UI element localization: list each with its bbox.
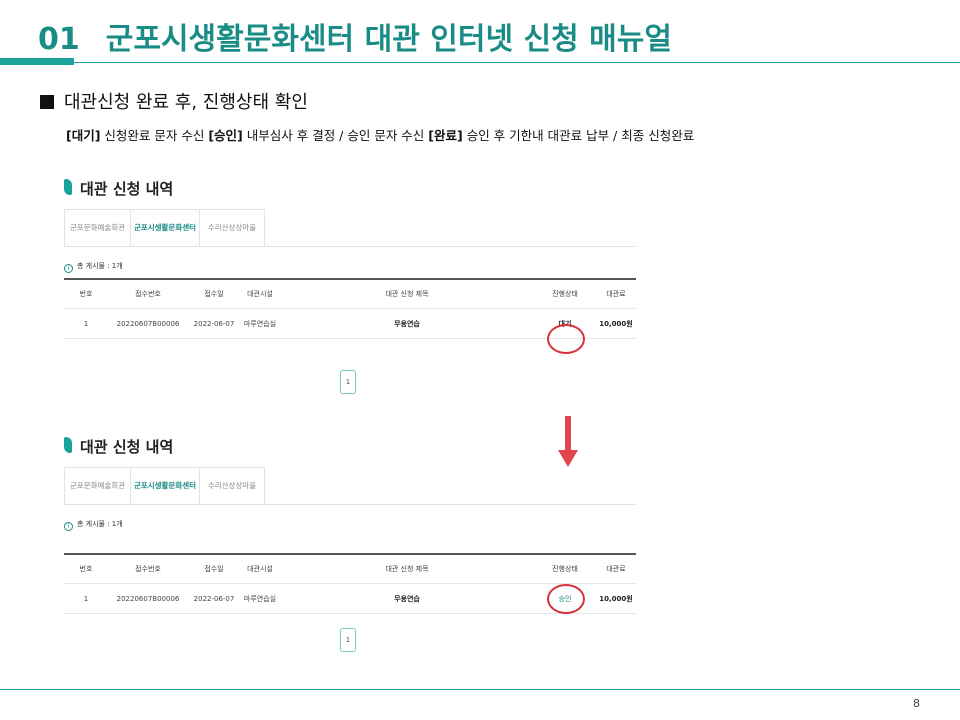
info-icon: i — [64, 522, 73, 531]
cell-date: 2022-06-07 — [193, 595, 235, 603]
total-count-text: 총 게시물 : 1개 — [77, 520, 123, 528]
col-facility: 대관시설 — [247, 565, 273, 573]
status-label-complete: [완료] — [428, 128, 463, 143]
panel-title-text: 대관 신청 내역 — [80, 180, 174, 198]
footer-divider — [0, 689, 960, 690]
panel-title: 대관 신청 내역 — [62, 178, 638, 198]
status-description: [대기] 신청완료 문자 수신 [승인] 내부심사 후 결정 / 승인 문자 수… — [66, 125, 694, 144]
leaf-marker-icon — [64, 437, 72, 453]
leaf-marker-icon — [64, 179, 72, 195]
cell-date: 2022-06-07 — [193, 320, 235, 328]
header-accent-bar — [0, 58, 74, 65]
tab-gunpo-life-culture-center[interactable]: 군포시생활문화센터 — [130, 209, 200, 246]
cell-subject[interactable]: 무용연습 — [280, 309, 534, 339]
info-icon: i — [64, 264, 73, 273]
cell-subject[interactable]: 무용연습 — [280, 584, 534, 614]
cell-facility: 마루연습실 — [243, 320, 277, 328]
col-receipt-no: 접수번호 — [135, 565, 161, 573]
section-heading-text: 대관신청 완료 후, 진행상태 확인 — [64, 92, 308, 113]
col-status: 진행상태 — [552, 290, 578, 298]
venue-tabs: 군포문화예술회관 군포시생활문화센터 수리산상상마을 — [64, 467, 636, 505]
pagination-page-1[interactable]: 1 — [340, 370, 356, 394]
tab-gunpo-arts-center[interactable]: 군포문화예술회관 — [64, 209, 131, 246]
table-header-row: 번호 접수번호 접수일 대관시설 대관 신청 제목 진행상태 대관료 — [64, 280, 636, 309]
col-date: 접수일 — [204, 565, 224, 573]
cell-receipt-no: 20220607B00006 — [116, 320, 180, 328]
status-highlight-circle — [547, 324, 585, 354]
status-text-waiting: 신청완료 문자 수신 — [100, 128, 209, 143]
total-count: i 총 게시물 : 1개 — [64, 519, 123, 531]
cell-receipt-no: 20220607B00006 — [116, 595, 180, 603]
status-label-waiting: [대기] — [66, 128, 101, 143]
cell-facility: 마루연습실 — [243, 595, 277, 603]
cell-fee: 10,000원 — [599, 595, 633, 603]
col-facility: 대관시설 — [247, 290, 273, 298]
col-receipt-no: 접수번호 — [135, 290, 161, 298]
col-date: 접수일 — [204, 290, 224, 298]
status-highlight-circle — [547, 584, 585, 614]
status-label-approved: [승인] — [208, 128, 243, 143]
panel-title-text: 대관 신청 내역 — [80, 438, 174, 456]
square-bullet-icon — [40, 95, 54, 109]
rental-history-panel-approved: 대관 신청 내역 군포문화예술회관 군포시생활문화센터 수리산상상마을 i 총 게… — [62, 436, 638, 652]
section-number: 01 — [38, 22, 80, 57]
total-count: i 총 게시물 : 1개 — [64, 261, 123, 273]
col-subject: 대관 신청 제목 — [385, 290, 429, 298]
col-no: 번호 — [79, 290, 93, 298]
page-title: 01 군포시생활문화센터 대관 인터넷 신청 매뉴얼 — [38, 14, 672, 58]
pagination-page-1[interactable]: 1 — [340, 628, 356, 652]
cell-fee: 10,000원 — [599, 320, 633, 328]
tab-surisan-village[interactable]: 수리산상상마을 — [199, 209, 265, 246]
col-fee: 대관료 — [606, 290, 626, 298]
tab-surisan-village[interactable]: 수리산상상마을 — [199, 467, 265, 504]
status-text-complete: 승인 후 기한내 대관료 납부 / 최종 신청완료 — [462, 128, 695, 143]
col-no: 번호 — [79, 565, 93, 573]
panel-title: 대관 신청 내역 — [62, 436, 638, 456]
tab-gunpo-life-culture-center[interactable]: 군포시생활문화센터 — [130, 467, 200, 504]
col-status: 진행상태 — [552, 565, 578, 573]
page-number: 8 — [913, 697, 920, 710]
header-divider — [74, 62, 960, 63]
total-count-text: 총 게시물 : 1개 — [77, 262, 123, 270]
status-text-approved: 내부심사 후 결정 / 승인 문자 수신 — [242, 128, 429, 143]
col-fee: 대관료 — [606, 565, 626, 573]
cell-no: 1 — [83, 595, 89, 603]
table-header-row: 번호 접수번호 접수일 대관시설 대관 신청 제목 진행상태 대관료 — [64, 555, 636, 584]
cell-no: 1 — [83, 320, 89, 328]
rental-history-panel-waiting: 대관 신청 내역 군포문화예술회관 군포시생활문화센터 수리산상상마을 i 총 게… — [62, 178, 638, 394]
title-text: 군포시생활문화센터 대관 인터넷 신청 매뉴얼 — [105, 22, 672, 57]
tab-gunpo-arts-center[interactable]: 군포문화예술회관 — [64, 467, 131, 504]
venue-tabs: 군포문화예술회관 군포시생활문화센터 수리산상상마을 — [64, 209, 636, 247]
section-heading: 대관신청 완료 후, 진행상태 확인 — [40, 88, 308, 114]
col-subject: 대관 신청 제목 — [385, 565, 429, 573]
